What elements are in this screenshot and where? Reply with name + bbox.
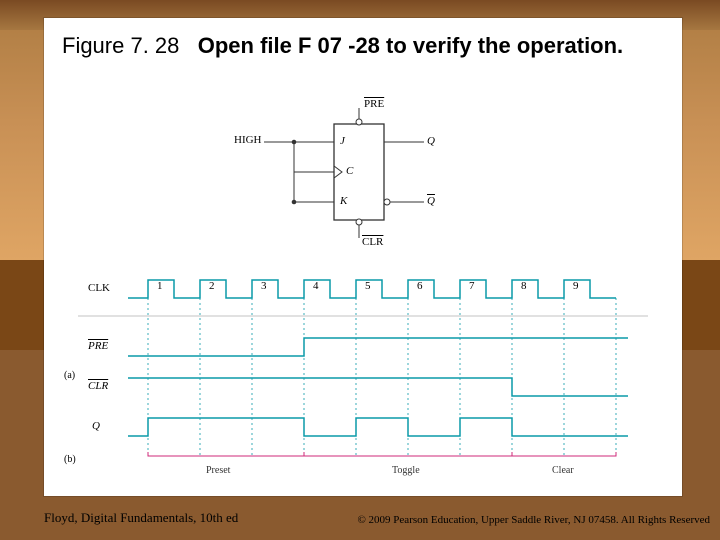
row-label-pre: PRE xyxy=(88,340,108,352)
jk-flipflop-schematic: HIGH PRE CLR J C K Q Q xyxy=(224,102,504,252)
row-label-q: Q xyxy=(92,420,100,432)
clk-num: 6 xyxy=(417,280,423,292)
timing-svg xyxy=(78,268,648,478)
clk-num: 3 xyxy=(261,280,267,292)
slide-footer: Floyd, Digital Fundamentals, 10th ed © 2… xyxy=(0,496,720,540)
label-k: K xyxy=(340,195,347,207)
clk-num: 9 xyxy=(573,280,579,292)
label-pre: PRE xyxy=(364,98,384,110)
figure-title: Open file F 07 -28 to verify the operati… xyxy=(198,33,623,58)
clk-num: 8 xyxy=(521,280,527,292)
side-label-a: (a) xyxy=(64,370,75,381)
region-clear: Clear xyxy=(552,465,574,476)
label-clr: CLR xyxy=(362,236,383,248)
footer-left: Floyd, Digital Fundamentals, 10th ed xyxy=(44,510,238,526)
label-q: Q xyxy=(427,135,435,147)
region-toggle: Toggle xyxy=(392,465,420,476)
clk-num: 5 xyxy=(365,280,371,292)
slide-card: Figure 7. 28 Open file F 07 -28 to verif… xyxy=(44,18,682,496)
label-j: J xyxy=(340,135,345,147)
clk-num: 1 xyxy=(157,280,163,292)
region-preset: Preset xyxy=(206,465,230,476)
timing-diagram: CLK PRE CLR Q (a) (b) 1 2 3 4 5 6 7 8 9 … xyxy=(78,268,648,478)
label-high: HIGH xyxy=(234,134,262,146)
row-label-clk: CLK xyxy=(88,282,110,294)
clk-num: 2 xyxy=(209,280,215,292)
clk-num: 4 xyxy=(313,280,319,292)
label-c: C xyxy=(346,165,353,177)
schematic-svg xyxy=(224,102,504,252)
side-label-b: (b) xyxy=(64,454,76,465)
clk-num: 7 xyxy=(469,280,475,292)
figure-caption: Figure 7. 28 Open file F 07 -28 to verif… xyxy=(62,32,664,60)
row-label-clr: CLR xyxy=(88,380,108,392)
figure-number: Figure 7. 28 xyxy=(62,33,179,58)
label-qbar: Q xyxy=(427,195,435,207)
footer-right: © 2009 Pearson Education, Upper Saddle R… xyxy=(357,514,710,526)
